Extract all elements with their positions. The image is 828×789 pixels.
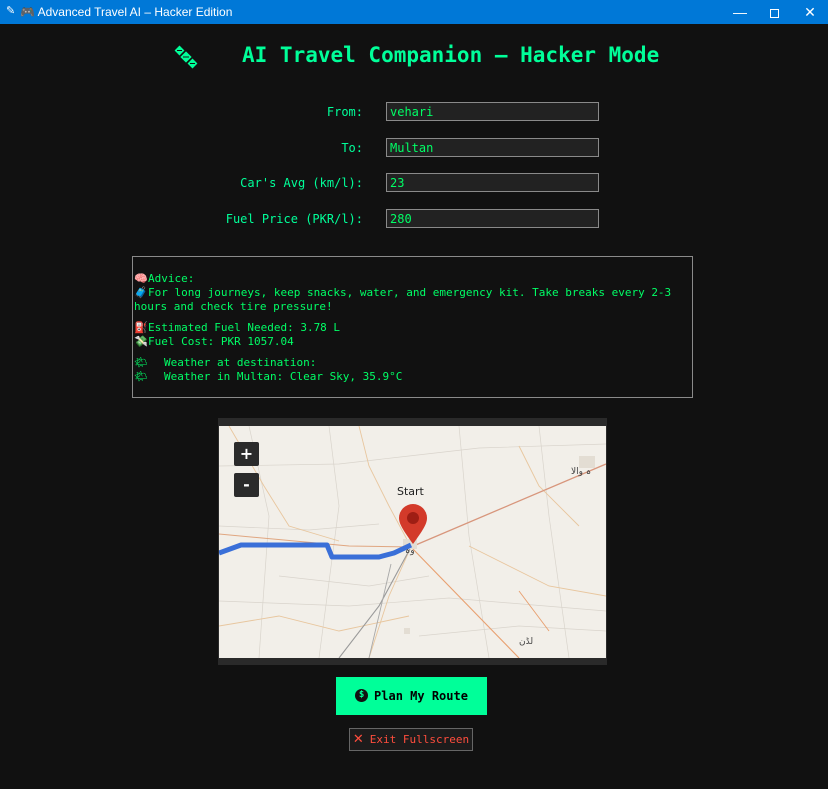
map-label-east: ہ والا: [571, 467, 591, 477]
zoom-out-button[interactable]: -: [234, 473, 259, 497]
map-label-town: وہ: [405, 546, 415, 556]
money-icon: 💸: [134, 335, 148, 348]
fuel-price-label: Fuel Price (PKR/l):: [225, 212, 363, 226]
from-row: From:: [0, 102, 828, 122]
cost-line: 💸Fuel Cost: PKR 1057.04: [134, 335, 691, 349]
maximize-icon: [769, 8, 779, 18]
weather-text: Weather in Multan: Clear Sky, 35.9°C: [164, 370, 403, 383]
from-label: From:: [326, 105, 363, 119]
from-input[interactable]: [386, 102, 599, 121]
tip-line: 🧳For long journeys, keep snacks, water, …: [134, 286, 691, 314]
to-label: To:: [341, 141, 363, 155]
close-button[interactable]: ✕: [792, 0, 828, 24]
close-icon: ✕: [352, 732, 364, 747]
advice-label: Advice:: [148, 272, 195, 285]
car-avg-label: Car's Avg (km/l):: [240, 176, 363, 190]
weather-line: 🌤 Weather in Multan: Clear Sky, 35.9°C: [134, 370, 691, 384]
weather-heading: Weather at destination:: [164, 356, 317, 369]
car-avg-input[interactable]: [386, 173, 599, 192]
to-input[interactable]: [386, 138, 599, 157]
maximize-button[interactable]: [756, 0, 792, 24]
satellite-icon: [174, 45, 198, 69]
money-bag-icon: $: [355, 689, 369, 702]
map-label-south: لڈن: [519, 637, 533, 647]
exit-fullscreen-label: Exit Fullscreen: [369, 733, 470, 746]
fuel-price-input[interactable]: [386, 209, 599, 228]
weather-icon: 🌤: [134, 356, 148, 369]
minimize-button[interactable]: —: [722, 0, 758, 24]
fuel-pump-icon: ⛽: [134, 321, 148, 334]
map-canvas: وہ ہ والا لڈن: [219, 426, 606, 658]
to-row: To:: [0, 138, 828, 158]
fuel-line: ⛽Estimated Fuel Needed: 3.78 L: [134, 321, 691, 335]
brain-icon: 🧠: [134, 272, 148, 285]
fuel-price-row: Fuel Price (PKR/l):: [0, 209, 828, 229]
start-marker-icon[interactable]: [399, 504, 427, 544]
plan-route-button[interactable]: $ Plan My Route: [336, 677, 487, 715]
zoom-in-button[interactable]: +: [234, 442, 259, 466]
results-textbox[interactable]: 🧠Advice: 🧳For long journeys, keep snacks…: [132, 256, 693, 398]
route-map[interactable]: وہ ہ والا لڈن Start + -: [219, 426, 606, 658]
luggage-icon: 🧳: [134, 286, 148, 299]
app-icon: ✎: [6, 5, 16, 17]
window-title: 🎮 Advanced Travel AI – Hacker Edition: [20, 5, 233, 19]
exit-fullscreen-button[interactable]: ✕ Exit Fullscreen: [349, 728, 473, 751]
map-frame: وہ ہ والا لڈن Start + -: [218, 418, 607, 665]
weather-icon: 🌤: [134, 370, 148, 383]
fuel-cost-text: Fuel Cost: PKR 1057.04: [148, 335, 294, 348]
advice-line: 🧠Advice:: [134, 272, 691, 286]
car-avg-row: Car's Avg (km/l):: [0, 173, 828, 193]
window-titlebar: ✎ 🎮 Advanced Travel AI – Hacker Edition …: [0, 0, 828, 24]
plan-route-label: Plan My Route: [374, 689, 468, 703]
page-header: AI Travel Companion – Hacker Mode: [0, 42, 828, 72]
fuel-needed-text: Estimated Fuel Needed: 3.78 L: [148, 321, 341, 334]
tip-text: For long journeys, keep snacks, water, a…: [134, 286, 678, 313]
weather-heading-line: 🌤 Weather at destination:: [134, 356, 691, 370]
page-title: AI Travel Companion – Hacker Mode: [242, 43, 660, 67]
start-label: Start: [397, 485, 424, 498]
